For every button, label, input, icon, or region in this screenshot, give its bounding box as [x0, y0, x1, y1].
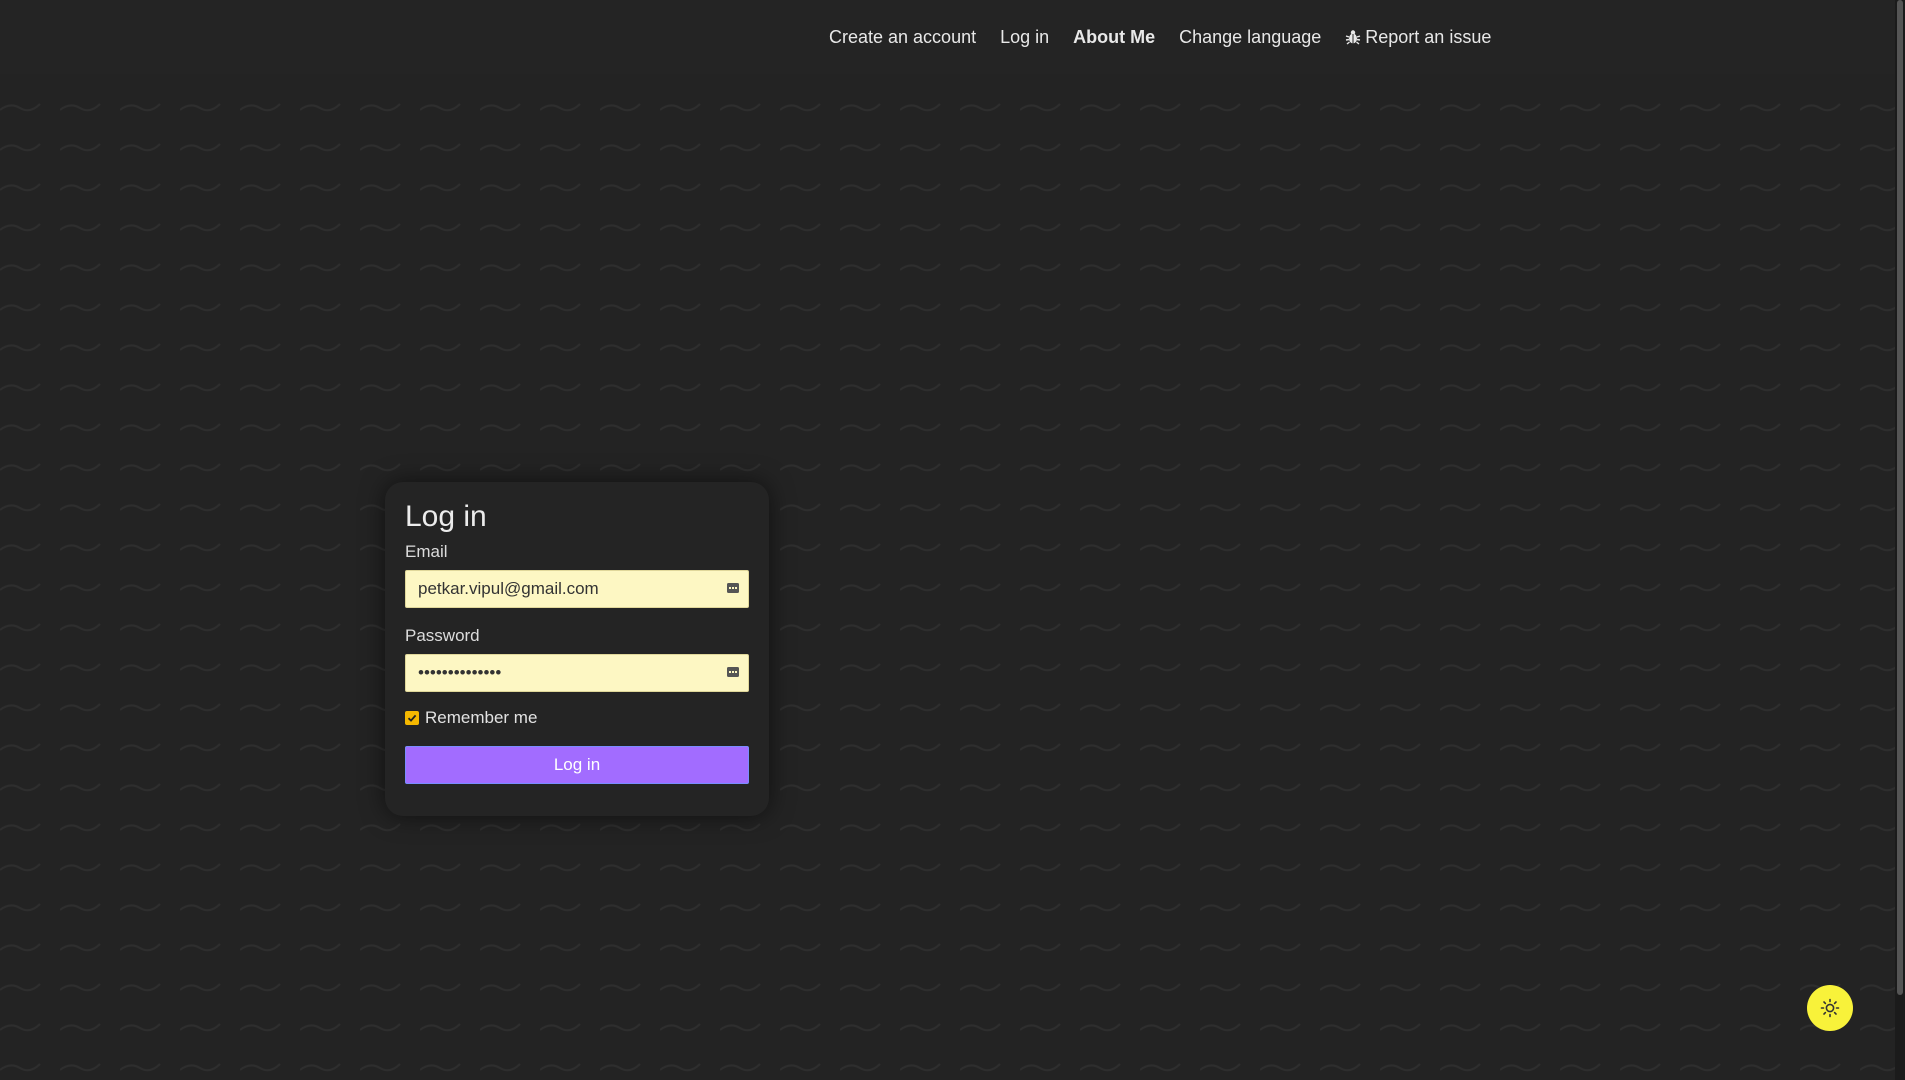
- nav-change-language-link[interactable]: Change language: [1179, 27, 1321, 48]
- nav-about-me-link[interactable]: About Me: [1073, 27, 1155, 48]
- bug-icon: [1346, 30, 1361, 45]
- checkmark-icon: [407, 714, 417, 722]
- nav-create-account-link[interactable]: Create an account: [829, 27, 976, 48]
- autofill-key-icon[interactable]: [726, 581, 740, 595]
- login-title: Log in: [405, 500, 487, 533]
- login-submit-button[interactable]: Log in: [405, 746, 749, 784]
- password-field[interactable]: [405, 654, 749, 692]
- page-scrollbar[interactable]: [1895, 0, 1905, 1080]
- password-label: Password: [405, 626, 480, 645]
- email-label: Email: [405, 542, 448, 561]
- login-card: Log in Email Password Remember me Log in: [385, 482, 769, 816]
- autofill-key-icon[interactable]: [726, 665, 740, 679]
- theme-toggle-button[interactable]: [1807, 985, 1853, 1031]
- scrollbar-thumb[interactable]: [1897, 0, 1903, 995]
- remember-me-row: Remember me: [405, 708, 749, 728]
- nav-report-issue-link[interactable]: Report an issue: [1345, 27, 1491, 48]
- email-field[interactable]: [405, 570, 749, 608]
- password-field-wrapper: [405, 654, 749, 692]
- top-navigation-bar: Create an account Log in About Me Change…: [0, 0, 1895, 74]
- remember-me-checkbox[interactable]: [405, 711, 419, 725]
- main-nav: Create an account Log in About Me Change…: [829, 0, 1491, 74]
- nav-report-issue-label: Report an issue: [1365, 26, 1492, 47]
- remember-me-label[interactable]: Remember me: [425, 708, 537, 728]
- nav-login-link[interactable]: Log in: [1000, 27, 1049, 48]
- sun-icon: [1820, 998, 1840, 1018]
- email-field-wrapper: [405, 570, 749, 608]
